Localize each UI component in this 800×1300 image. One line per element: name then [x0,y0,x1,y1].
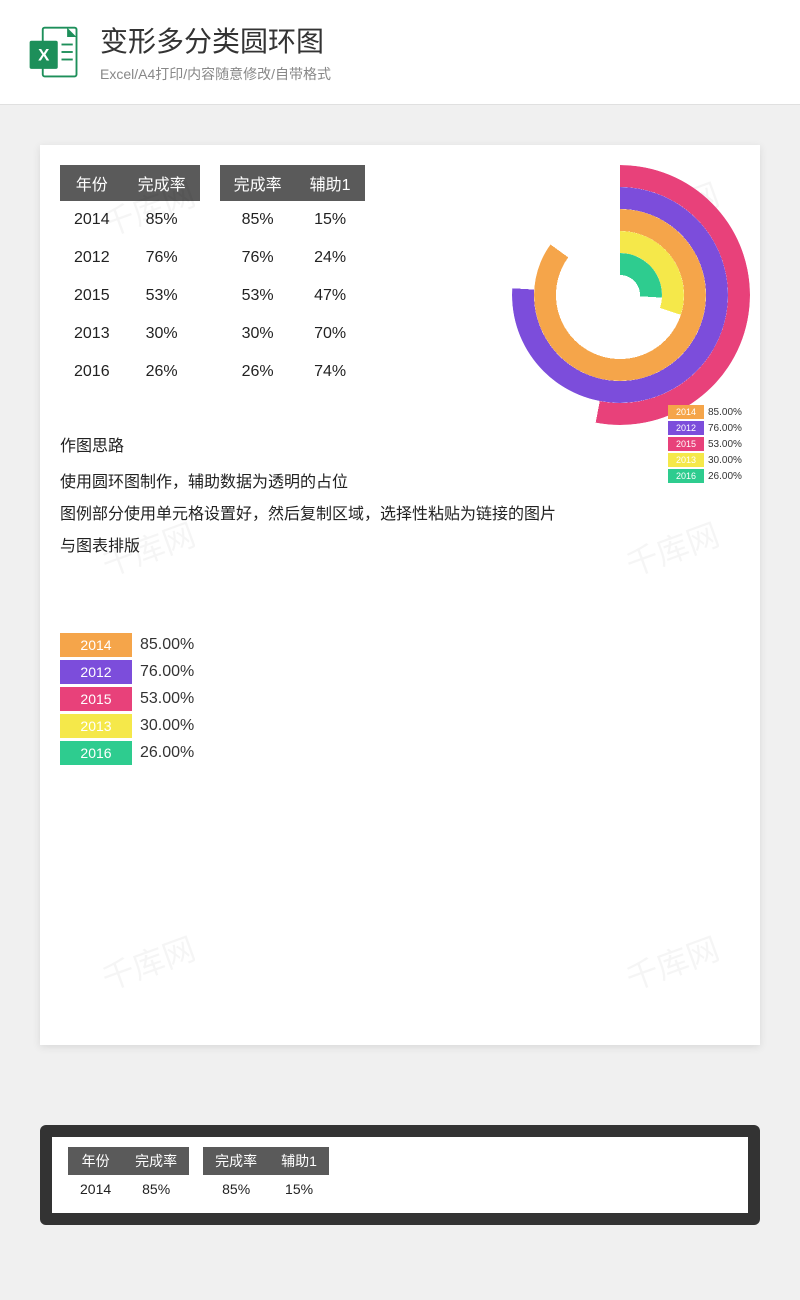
th-completion2: 完成率 [203,1147,269,1175]
table-cell: 85% [124,201,200,239]
table-cell: 26% [220,353,296,391]
donut-ring [578,253,662,337]
table-cell: 15% [296,201,365,239]
legend-swatch: 2016 [60,741,132,765]
legend-swatch: 2015 [60,687,132,711]
table-row: 85%15% [220,201,365,239]
table-row: 201553% [60,277,200,315]
table-row: 26%74% [220,353,365,391]
th-helper1: 辅助1 [296,165,365,201]
th-completion: 完成率 [123,1147,189,1175]
page-subtitle: Excel/A4打印/内容随意修改/自带格式 [100,64,331,84]
table-cell: 24% [296,239,365,277]
th-completion: 完成率 [124,165,200,201]
table-cell: 47% [296,277,365,315]
table-cell: 70% [296,315,365,353]
legend-row: 201485.00% [60,633,740,657]
table-cell: 53% [220,277,296,315]
legend-value: 53.00% [132,690,194,708]
table-cell: 30% [220,315,296,353]
legend-row: 2013 30.00% [668,453,750,467]
table-cell: 2014 [60,201,124,239]
table-row: 201626% [60,353,200,391]
legend-swatch: 2014 [60,633,132,657]
header-text-block: 变形多分类圆环图 Excel/A4打印/内容随意修改/自带格式 [100,20,331,84]
multiring-donut-chart [490,165,750,425]
table-cell: 76% [220,239,296,277]
legend-swatch: 2013 [668,453,704,467]
table-cell: 76% [124,239,200,277]
preview-table2: 完成率 辅助1 85% 15% [203,1147,329,1203]
legend-swatch: 2015 [668,437,704,451]
legend-swatch: 2014 [668,405,704,419]
table-cell: 74% [296,353,365,391]
table-cell: 2013 [60,315,124,353]
donut-chart-area: 2014 85.00% 2012 76.00% 2015 53.00% 2013 30.00%… [430,165,750,485]
legend-swatch: 2013 [60,714,132,738]
table-cell: 53% [124,277,200,315]
legend-value: 26.00% [132,744,194,762]
legend-value: 30.00% [708,455,750,466]
table-helper: 完成率 辅助1 85%15%76%24%53%47%30%70%26%74% [220,165,365,391]
page-title: 变形多分类圆环图 [100,20,331,60]
th-year: 年份 [68,1147,123,1175]
table-row: 76%24% [220,239,365,277]
table-row: 30%70% [220,315,365,353]
legend-value: 85.00% [132,636,194,654]
table-row: 85% 15% [203,1175,329,1203]
legend-row: 201553.00% [60,687,740,711]
excel-file-icon: X [24,22,84,82]
legend-row: 201276.00% [60,660,740,684]
legend-row: 2015 53.00% [668,437,750,451]
legend-big: 201485.00%201276.00%201553.00%201330.00%… [60,633,740,765]
legend-swatch: 2012 [60,660,132,684]
clipboard-preview: 年份 完成率 2014 85% 完成率 辅助1 85% [40,1125,760,1225]
legend-row: 2016 26.00% [668,469,750,483]
table-cell: 2012 [60,239,124,277]
svg-text:X: X [38,45,50,64]
table-row: 201330% [60,315,200,353]
legend-value: 26.00% [708,471,750,482]
legend-row: 201330.00% [60,714,740,738]
notes-line: 图例部分使用单元格设置好，然后复制区域，选择性粘贴为链接的图片 [60,499,740,531]
legend-value: 30.00% [132,717,194,735]
legend-row: 201626.00% [60,741,740,765]
preview-table1: 年份 完成率 2014 85% [68,1147,189,1203]
th-year: 年份 [60,165,124,201]
legend-swatch: 2016 [668,469,704,483]
table-cell: 2016 [60,353,124,391]
data-tables: 年份 完成率 201485%201276%201553%201330%20162… [60,165,365,391]
table-row: 53%47% [220,277,365,315]
legend-row: 2014 85.00% [668,405,750,419]
notes-line: 与图表排版 [60,531,740,563]
th-helper1: 辅助1 [269,1147,329,1175]
legend-value: 85.00% [708,407,750,418]
table-row: 201276% [60,239,200,277]
table-cell: 30% [124,315,200,353]
th-completion2: 完成率 [220,165,296,201]
table-cell: 26% [124,353,200,391]
table-year-completion: 年份 完成率 201485%201276%201553%201330%20162… [60,165,200,391]
legend-value: 53.00% [708,439,750,450]
table-row: 2014 85% [68,1175,189,1203]
watermark: 千库网 [95,924,201,1000]
table-row: 201485% [60,201,200,239]
legend-value: 76.00% [708,423,750,434]
chart-legend-small: 2014 85.00% 2012 76.00% 2015 53.00% 2013 30.00%… [668,405,750,485]
page-header: X 变形多分类圆环图 Excel/A4打印/内容随意修改/自带格式 [0,0,800,105]
legend-swatch: 2012 [668,421,704,435]
watermark: 千库网 [619,924,725,1000]
table-cell: 85% [220,201,296,239]
legend-value: 76.00% [132,663,194,681]
legend-row: 2012 76.00% [668,421,750,435]
table-cell: 2015 [60,277,124,315]
document-page: 千库网 千库网 千库网 千库网 千库网 千库网 年份 完成率 201485%20… [40,145,760,1045]
